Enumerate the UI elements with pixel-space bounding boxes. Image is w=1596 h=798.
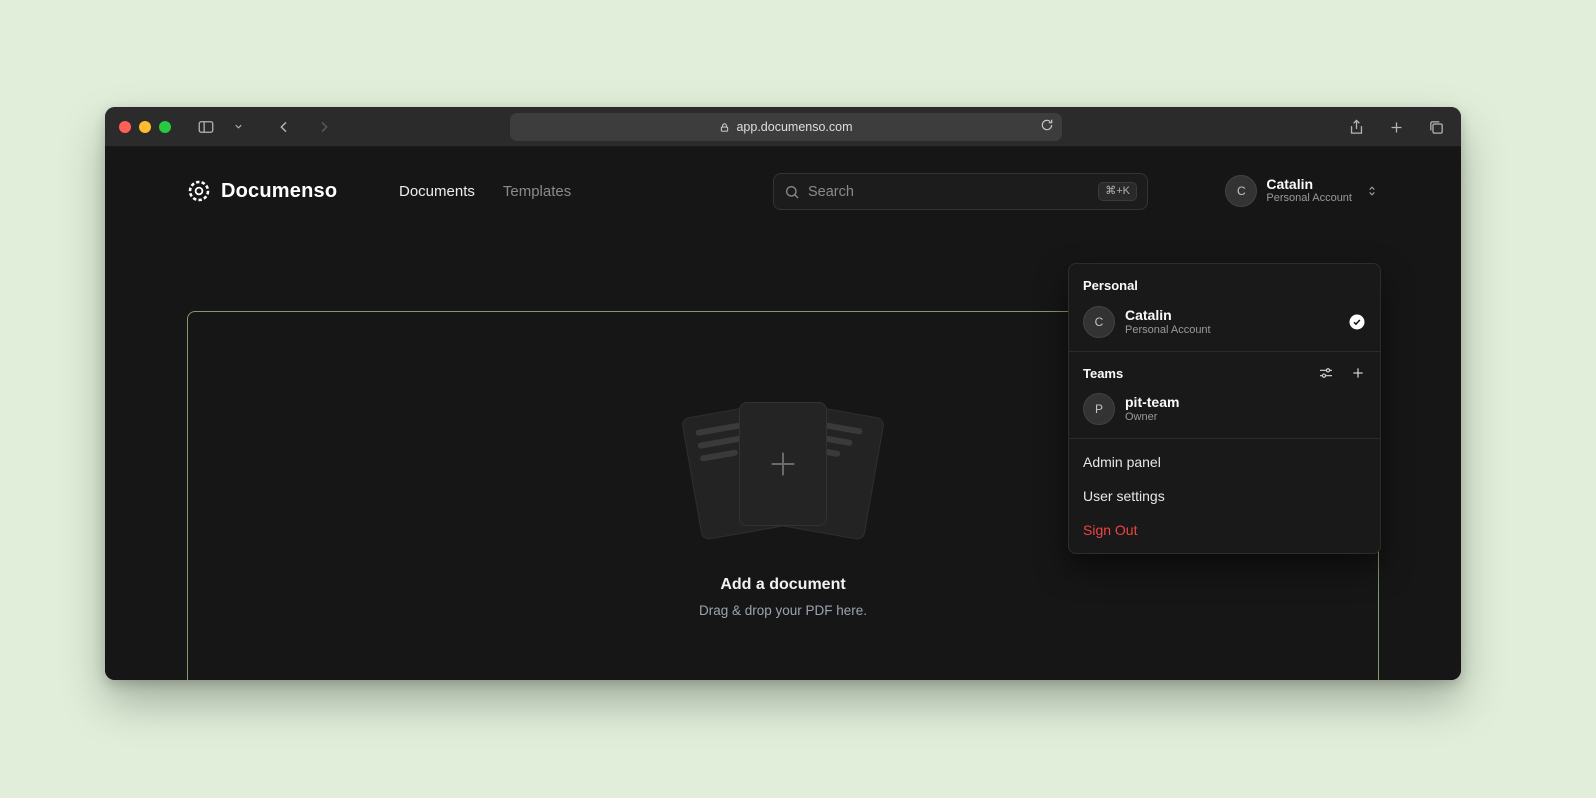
personal-account-type: Personal Account xyxy=(1125,324,1211,338)
create-team-icon[interactable] xyxy=(1350,365,1366,381)
brand-name: Documenso xyxy=(221,180,337,203)
account-type: Personal Account xyxy=(1266,192,1352,205)
plus-icon xyxy=(766,447,800,481)
teams-section-label: Teams xyxy=(1083,366,1123,381)
menu-divider xyxy=(1069,351,1380,352)
dropzone-content: Add a document Drag & drop your PDF here… xyxy=(653,400,913,618)
address-bar[interactable]: app.documenso.com xyxy=(510,113,1062,141)
personal-account-name: Catalin xyxy=(1125,307,1211,324)
minimize-window-button[interactable] xyxy=(139,121,151,133)
back-button[interactable] xyxy=(271,114,297,140)
tab-overview-icon[interactable] xyxy=(1423,114,1449,140)
search-icon xyxy=(784,184,800,200)
menu-divider xyxy=(1069,438,1380,439)
sidebar-chevron-down-icon[interactable] xyxy=(225,114,251,140)
forward-button[interactable] xyxy=(311,114,337,140)
manage-teams-icon[interactable] xyxy=(1318,365,1334,381)
search-box[interactable]: ⌘+K xyxy=(773,173,1148,210)
sidebar-toggle-icon[interactable] xyxy=(193,114,219,140)
teams-section-header: Teams xyxy=(1069,358,1380,386)
brand[interactable]: Documenso xyxy=(187,171,337,211)
lock-icon xyxy=(719,122,730,133)
personal-section-label: Personal xyxy=(1069,268,1380,299)
menu-item-user-settings[interactable]: User settings xyxy=(1069,479,1380,513)
browser-window: app.documenso.com xyxy=(105,107,1461,680)
avatar: C xyxy=(1083,306,1115,338)
search-input[interactable] xyxy=(808,184,1090,200)
traffic-lights xyxy=(119,121,171,133)
app-header: Documenso Documents Templates ⌘+K C xyxy=(187,171,1379,211)
team-row[interactable]: P pit-team Owner xyxy=(1069,386,1380,432)
page-content: Documenso Documents Templates ⌘+K C xyxy=(105,148,1461,680)
personal-account-row[interactable]: C Catalin Personal Account xyxy=(1069,299,1380,345)
reload-icon[interactable] xyxy=(1040,118,1054,132)
avatar: C xyxy=(1225,175,1257,207)
url-text: app.documenso.com xyxy=(736,120,852,134)
team-name: pit-team xyxy=(1125,394,1179,411)
dropzone-title: Add a document xyxy=(653,576,913,594)
team-role: Owner xyxy=(1125,411,1179,425)
account-dropdown-menu: Personal C Catalin Personal Account Team… xyxy=(1068,263,1381,554)
main-nav: Documents Templates xyxy=(399,171,571,211)
search-shortcut-badge: ⌘+K xyxy=(1098,182,1137,201)
document-card-center xyxy=(739,402,827,526)
chevron-up-down-icon xyxy=(1365,184,1379,198)
zoom-window-button[interactable] xyxy=(159,121,171,133)
menu-item-admin-panel[interactable]: Admin panel xyxy=(1069,445,1380,479)
documenso-logo-icon xyxy=(187,179,211,203)
nav-documents[interactable]: Documents xyxy=(399,183,475,200)
dropzone-subtitle: Drag & drop your PDF here. xyxy=(653,603,913,618)
browser-titlebar: app.documenso.com xyxy=(105,107,1461,147)
share-icon[interactable] xyxy=(1343,114,1369,140)
selected-check-icon xyxy=(1348,313,1366,331)
menu-item-sign-out[interactable]: Sign Out xyxy=(1069,513,1380,547)
document-cards-illustration xyxy=(653,400,913,540)
account-name: Catalin xyxy=(1266,176,1352,192)
close-window-button[interactable] xyxy=(119,121,131,133)
nav-templates[interactable]: Templates xyxy=(503,183,571,200)
avatar: P xyxy=(1083,393,1115,425)
account-menu-trigger[interactable]: C Catalin Personal Account xyxy=(1225,171,1379,211)
new-tab-icon[interactable] xyxy=(1383,114,1409,140)
desktop: app.documenso.com xyxy=(0,0,1596,798)
